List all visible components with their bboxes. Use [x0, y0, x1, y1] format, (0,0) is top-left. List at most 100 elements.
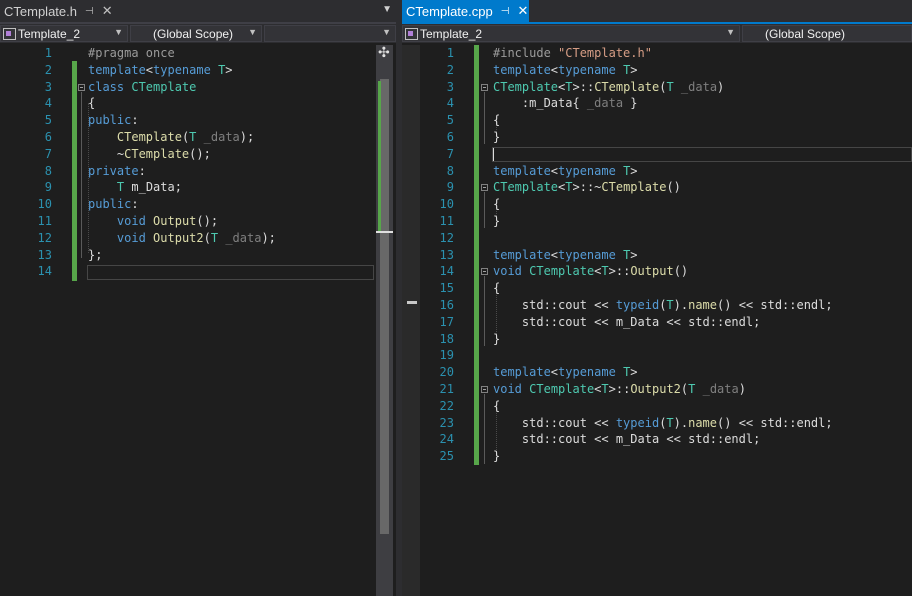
- code-text: #include "CTemplate.h": [493, 46, 652, 60]
- pin-icon[interactable]: ⊣: [85, 6, 94, 17]
- code-line: 21 void CTemplate<T>::Output2(T _data): [402, 381, 912, 398]
- line-number: 8: [446, 163, 454, 178]
- code-text: {: [493, 281, 501, 296]
- dropdown-arrow-icon: ▼: [114, 27, 123, 37]
- member-dropdown[interactable]: ▼: [264, 25, 396, 42]
- code-text: std::cout << m_Data << std::endl;: [493, 314, 761, 329]
- source-editor-pane: CTemplate.cpp ⊣ ✕ Template_2 ▼ (Global S…: [402, 0, 912, 596]
- project-dropdown[interactable]: Template_2 ▼: [402, 25, 740, 42]
- code-text: T m_Data;: [116, 180, 182, 195]
- code-line: 4 :m_Data{ _data }: [402, 95, 912, 112]
- line-number: 12: [37, 230, 52, 245]
- line-number: 3: [446, 79, 454, 94]
- code-text: private:: [88, 163, 146, 178]
- code-line: 22 {: [402, 398, 912, 415]
- code-line: 2 template<typename T>: [402, 62, 912, 79]
- header-editor-pane: CTemplate.h ⊣ ✕ ▼ Template_2 ▼ (Global S…: [0, 0, 396, 596]
- line-number: 13: [439, 247, 454, 262]
- code-line: 8 private:: [0, 163, 396, 180]
- line-number: 1: [44, 46, 52, 60]
- scope-dropdown[interactable]: (Global Scope): [742, 25, 912, 42]
- line-number: 16: [439, 298, 454, 312]
- line-number: 9: [44, 180, 52, 195]
- line-number: 6: [446, 130, 454, 144]
- scope-label: (Global Scope): [153, 26, 234, 41]
- code-text: :m_Data{ _data }: [493, 96, 638, 111]
- code-text: template<typename T>: [493, 365, 638, 380]
- code-line: 8 template<typename T>: [402, 163, 912, 180]
- code-line: 16 std::cout << typeid(T).name() << std:…: [402, 297, 912, 314]
- code-line: 1 #include "CTemplate.h": [402, 45, 912, 62]
- code-text: }: [493, 214, 501, 228]
- close-icon[interactable]: ✕: [102, 3, 113, 19]
- code-line: 17 std::cout << m_Data << std::endl;: [402, 314, 912, 331]
- code-text: {: [88, 96, 96, 111]
- code-text: std::cout << typeid(T).name() << std::en…: [493, 298, 833, 312]
- scope-dropdown[interactable]: (Global Scope) ▼: [130, 25, 262, 42]
- line-number: 12: [439, 230, 454, 245]
- line-number: 5: [446, 113, 454, 128]
- code-text: template<typename T>: [88, 62, 233, 77]
- right-navigation-bar: Template_2 ▼ (Global Scope): [402, 24, 912, 43]
- code-line: 14: [0, 263, 396, 280]
- code-line: 9 CTemplate<T>::~CTemplate(): [402, 179, 912, 196]
- left-tab-strip: CTemplate.h ⊣ ✕ ▼: [0, 0, 396, 24]
- code-text: template<typename T>: [493, 163, 638, 178]
- line-number: 1: [446, 46, 454, 60]
- line-number: 19: [439, 348, 454, 363]
- code-text: class CTemplate: [88, 79, 197, 94]
- line-number: 20: [439, 365, 454, 380]
- line-number: 14: [439, 264, 454, 279]
- code-text: std::cout << m_Data << std::endl;: [493, 432, 761, 447]
- project-label: Template_2: [18, 26, 81, 41]
- line-number: 11: [439, 214, 454, 228]
- line-number: 10: [37, 197, 52, 212]
- dropdown-arrow-icon: ▼: [248, 27, 257, 37]
- left-navigation-bar: Template_2 ▼ (Global Scope) ▼ ▼: [0, 24, 396, 43]
- tab-ctemplate-h[interactable]: CTemplate.h ⊣ ✕: [0, 0, 113, 22]
- code-line: 7: [402, 146, 912, 163]
- tab-ctemplate-cpp[interactable]: CTemplate.cpp ⊣ ✕: [402, 0, 529, 22]
- code-line: 3 CTemplate<T>::CTemplate(T _data): [402, 79, 912, 96]
- code-line: 5 public:: [0, 112, 396, 129]
- code-line: 20 template<typename T>: [402, 364, 912, 381]
- pin-icon[interactable]: ⊣: [501, 6, 510, 17]
- code-text: void Output2(T _data);: [116, 230, 276, 245]
- line-number: 4: [44, 96, 52, 111]
- line-number: 6: [44, 130, 52, 144]
- code-line: 12: [402, 230, 912, 247]
- code-line: 5{: [402, 112, 912, 129]
- code-text: {: [493, 398, 501, 413]
- line-number: 8: [44, 163, 52, 178]
- line-number: 24: [439, 432, 454, 447]
- code-line: 11}: [402, 213, 912, 230]
- code-text: CTemplate<T>::CTemplate(T _data): [493, 79, 725, 94]
- code-text: public:: [88, 197, 139, 212]
- code-text: };: [88, 247, 103, 262]
- code-line: 11 void Output();: [0, 213, 396, 230]
- line-number: 2: [446, 62, 454, 77]
- code-line: 14 void CTemplate<T>::Output(): [402, 263, 912, 280]
- code-text: }: [493, 331, 501, 346]
- project-dropdown[interactable]: Template_2 ▼: [0, 25, 128, 42]
- line-number: 7: [446, 146, 454, 161]
- code-text: std::cout << typeid(T).name() << std::en…: [493, 415, 833, 430]
- line-number: 17: [439, 314, 454, 329]
- close-icon[interactable]: ✕: [517, 3, 528, 19]
- code-editor-left[interactable]: ✣ 1 #pragma once 2 template<typename T> 3 cla…: [0, 44, 396, 596]
- line-number: 23: [439, 415, 454, 430]
- tab-title: CTemplate.h: [4, 3, 77, 19]
- line-number: 18: [439, 331, 454, 346]
- code-text: CTemplate<T>::~CTemplate(): [493, 180, 681, 195]
- dropdown-arrow-icon: ▼: [726, 27, 735, 37]
- line-number: 21: [439, 382, 454, 396]
- code-line: 25}: [402, 448, 912, 465]
- line-number: 5: [44, 113, 52, 128]
- line-number: 22: [439, 398, 454, 413]
- dropdown-arrow-icon[interactable]: ▼: [382, 4, 392, 15]
- code-editor-right[interactable]: 1 #include "CTemplate.h" 2 template<typenam…: [402, 45, 912, 596]
- line-number: 25: [439, 449, 454, 464]
- code-text: ~CTemplate();: [88, 146, 211, 161]
- line-number: 13: [37, 247, 52, 262]
- code-line: 6}: [402, 129, 912, 146]
